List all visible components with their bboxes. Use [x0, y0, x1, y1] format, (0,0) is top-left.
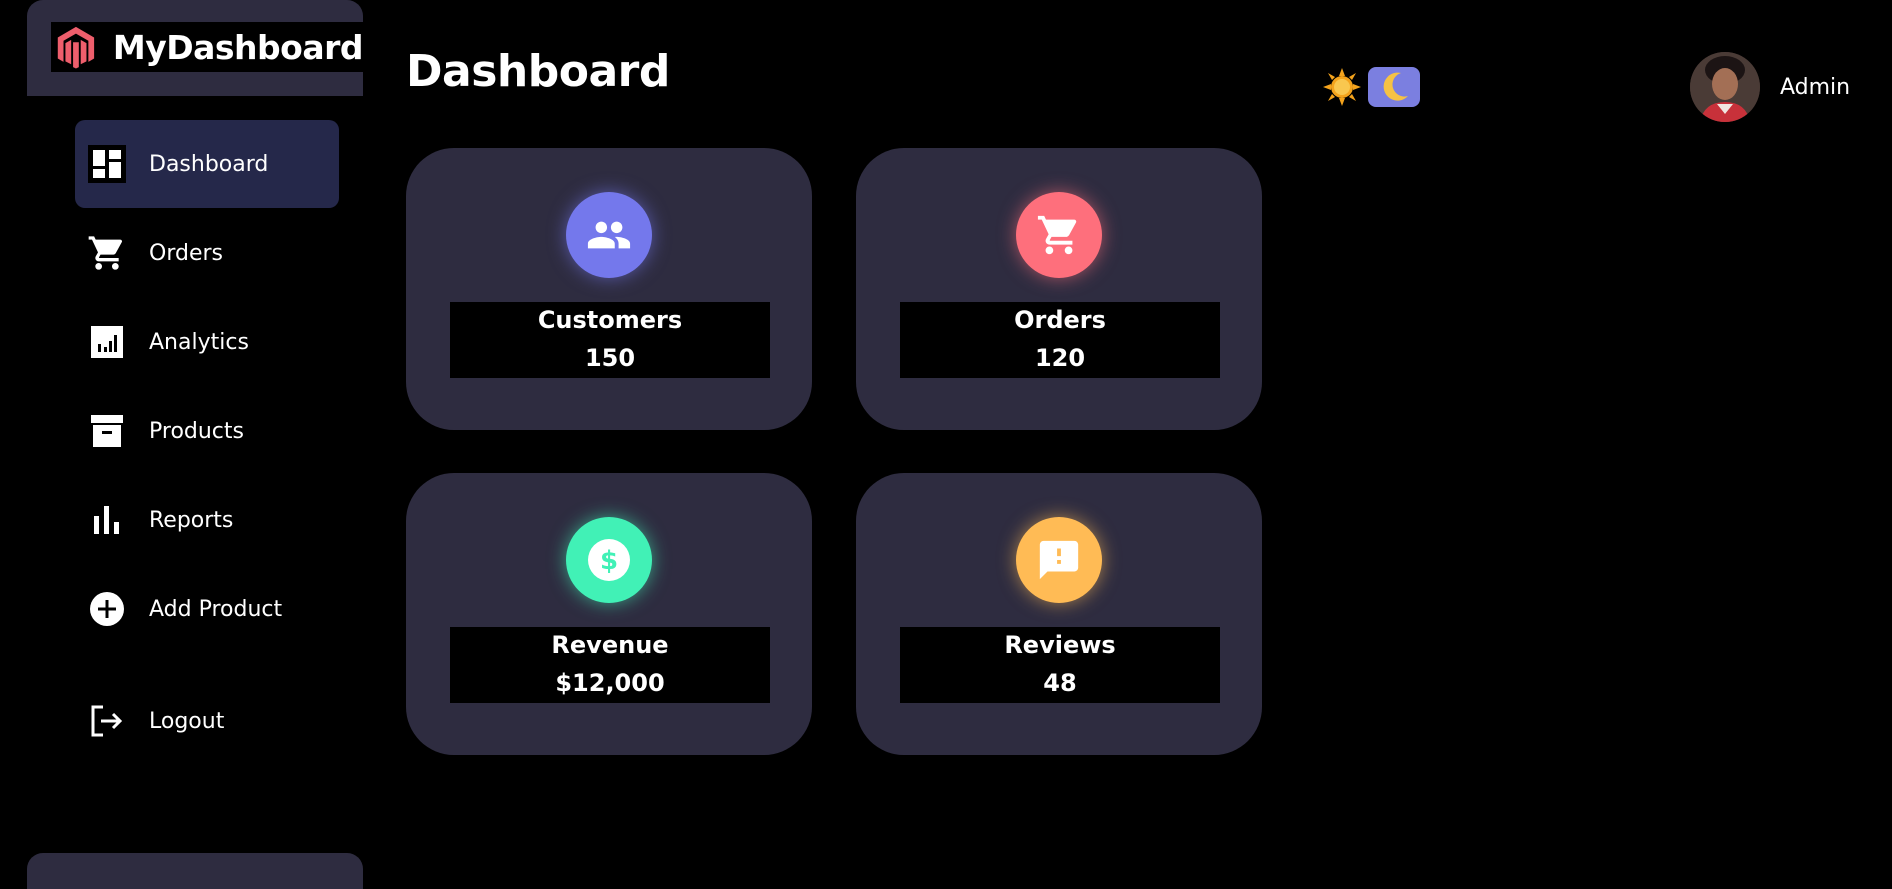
sidebar-item-label: Reports [149, 507, 234, 533]
magento-logo-icon [57, 26, 95, 69]
archive-icon [87, 411, 127, 451]
people-icon [566, 192, 652, 278]
stat-info: Customers 150 [450, 302, 770, 378]
add-circle-icon [87, 589, 127, 629]
dashboard-icon [87, 144, 127, 184]
sidebar-item-label: Dashboard [149, 151, 269, 177]
dollar-icon: $ [566, 517, 652, 603]
stat-info: Revenue $12,000 [450, 627, 770, 703]
stat-label: Revenue [551, 631, 669, 659]
sidebar-item-reports[interactable]: Reports [75, 476, 339, 564]
sidebar-item-label: Products [149, 418, 244, 444]
sun-icon[interactable] [1322, 67, 1362, 107]
stat-value: 120 [1034, 344, 1086, 372]
sidebar-item-orders[interactable]: Orders [75, 209, 339, 297]
user-name: Admin [1780, 74, 1851, 100]
sidebar-item-label: Add Product [149, 596, 283, 622]
avatar[interactable] [1690, 52, 1760, 122]
user-profile[interactable]: Admin [1690, 52, 1850, 122]
sidebar-item-add-product[interactable]: Add Product [75, 565, 339, 653]
cart-icon [87, 233, 127, 273]
brand[interactable]: MyDashboard [51, 22, 364, 72]
stat-label: Reviews [1004, 631, 1116, 659]
stat-info: Reviews 48 [900, 627, 1220, 703]
stat-info: Orders 120 [900, 302, 1220, 378]
sidebar-item-label: Analytics [149, 329, 249, 355]
stat-value: 48 [1043, 669, 1077, 697]
moon-icon [1383, 72, 1408, 101]
sidebar-footer-panel [27, 853, 363, 889]
logout-button[interactable]: Logout [75, 677, 339, 765]
sidebar-item-dashboard[interactable]: Dashboard [75, 120, 339, 208]
stat-card-customers[interactable]: Customers 150 [406, 148, 812, 430]
svg-text:$: $ [600, 546, 618, 576]
sidebar-item-label: Orders [149, 240, 223, 266]
sidebar-item-analytics[interactable]: Analytics [75, 298, 339, 386]
brand-name: MyDashboard [112, 27, 364, 67]
stat-value: 150 [584, 344, 636, 372]
theme-toggle[interactable] [1322, 66, 1422, 108]
feedback-icon [1016, 517, 1102, 603]
bar-chart-icon [87, 500, 127, 540]
logout-icon [87, 701, 127, 741]
stat-card-reviews[interactable]: Reviews 48 [856, 473, 1262, 755]
page-title: Dashboard [406, 46, 670, 97]
analytics-icon [87, 322, 127, 362]
dark-mode-button[interactable] [1368, 67, 1420, 107]
stat-label: Orders [1014, 306, 1106, 334]
sidebar-item-products[interactable]: Products [75, 387, 339, 475]
cart-icon [1016, 192, 1102, 278]
logout-label: Logout [149, 708, 225, 734]
stat-card-orders[interactable]: Orders 120 [856, 148, 1262, 430]
stat-label: Customers [537, 306, 683, 334]
stat-value: $12,000 [555, 669, 665, 697]
sidebar: MyDashboard Dashboard Orders Analytics P… [27, 0, 364, 889]
stat-card-revenue[interactable]: $ Revenue $12,000 [406, 473, 812, 755]
